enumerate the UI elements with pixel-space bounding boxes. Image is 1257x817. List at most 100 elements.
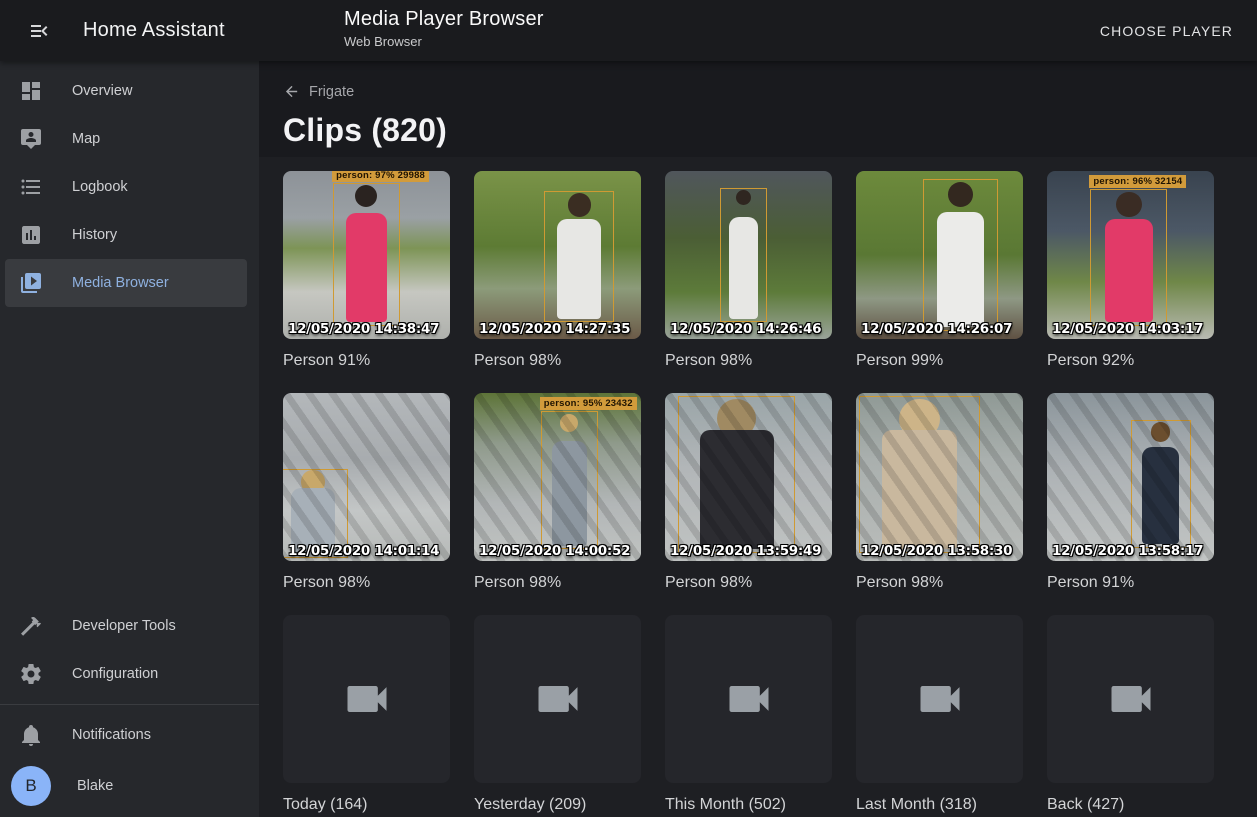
folder-label: This Month (502) (665, 795, 832, 815)
folder-card-last-month[interactable]: Last Month (318) (856, 615, 1023, 815)
clip-timestamp: 12/05/2020 13:58:17 (1052, 543, 1203, 559)
clip-card[interactable]: 12/05/2020 13:58:30 Person 98% (856, 393, 1023, 593)
clip-card[interactable]: person: 97% 2998812/05/2020 14:38:47Pers… (283, 171, 450, 371)
clip-card[interactable]: 12/05/2020 14:27:35 Person 98% (474, 171, 641, 371)
clip-thumbnail: 12/05/2020 14:27:35 (474, 171, 641, 339)
clip-caption: Person 98% (283, 573, 450, 593)
folder-label: Today (164) (283, 795, 450, 815)
clip-card[interactable]: 12/05/2020 14:26:46Person 98% (665, 171, 832, 371)
clip-thumbnail: person: 97% 2998812/05/2020 14:38:47 (283, 171, 450, 339)
menu-open-icon (28, 19, 52, 43)
clip-timestamp: 12/05/2020 14:01:14 (288, 543, 439, 559)
detection-box (544, 191, 614, 322)
folder-label: Back (427) (1047, 795, 1214, 815)
sidebar-item-map[interactable]: Map (5, 115, 247, 163)
detection-box (1131, 420, 1191, 548)
folder-thumbnail (1047, 615, 1214, 783)
folder-thumbnail (856, 615, 1023, 783)
clip-caption: Person 98% (474, 351, 641, 371)
media-browser-heading: Media Player Browser Web Browser (344, 8, 544, 49)
sidebar-item-label: History (72, 227, 117, 243)
clip-caption: Person 92% (1047, 351, 1214, 371)
sidebar-profile[interactable]: B Blake (5, 759, 247, 813)
clip-timestamp: 12/05/2020 14:03:17 (1052, 321, 1203, 337)
person-figure-head (1116, 192, 1141, 217)
clip-caption: Person 98% (856, 573, 1023, 593)
person-figure (1105, 219, 1153, 322)
person-figure (729, 217, 758, 319)
play-box-multiple-icon (19, 271, 43, 295)
choose-player-button[interactable]: CHOOSE PLAYER (1092, 15, 1241, 47)
sidebar-divider (0, 704, 259, 705)
sidebar-item-notifications[interactable]: Notifications (5, 711, 247, 759)
video-icon (532, 673, 584, 725)
sidebar-item-label: Developer Tools (72, 618, 176, 634)
breadcrumb-back[interactable]: Frigate (283, 83, 354, 100)
clip-thumbnail: 12/05/2020 14:26:46 (665, 171, 832, 339)
clip-card[interactable]: 12/05/2020 13:58:17 Person 91% (1047, 393, 1214, 593)
detection-box (859, 396, 979, 552)
sidebar-item-developer-tools[interactable]: Developer Tools (5, 602, 247, 650)
cog-icon (19, 662, 43, 686)
folder-card-yesterday[interactable]: Yesterday (209) (474, 615, 641, 815)
sidebar-item-overview[interactable]: Overview (5, 67, 247, 115)
folder-card-today[interactable]: Today (164) (283, 615, 450, 815)
page-title: Clips (820) (283, 112, 1233, 149)
detection-label: person: 96% 32154 (1089, 175, 1186, 188)
clip-card[interactable]: 12/05/2020 13:59:49Person 98% (665, 393, 832, 593)
clip-card[interactable]: 12/05/2020 14:01:14 Person 98% (283, 393, 450, 593)
app-title: Home Assistant (83, 19, 225, 42)
clip-card[interactable]: person: 96% 3215412/05/2020 14:03:17Pers… (1047, 171, 1214, 371)
sidebar-item-label: Configuration (72, 666, 158, 682)
media-title: Media Player Browser (344, 8, 544, 31)
folder-thumbnail (283, 615, 450, 783)
person-figure-head (948, 182, 973, 207)
sidebar-item-configuration[interactable]: Configuration (5, 650, 247, 698)
bell-icon (19, 723, 43, 747)
person-figure (552, 441, 587, 546)
sidebar-item-history[interactable]: History (5, 211, 247, 259)
clip-caption: Person 91% (1047, 573, 1214, 593)
detection-box (678, 396, 795, 552)
person-figure-head (899, 399, 939, 439)
sidebar: Overview Map Logbook History Media Browser D… (0, 61, 259, 817)
video-icon (341, 673, 393, 725)
sidebar-spacer (0, 307, 259, 602)
arrow-left-icon (283, 83, 309, 100)
sidebar-item-media-browser[interactable]: Media Browser (5, 259, 247, 307)
sidebar-item-label: Notifications (72, 727, 151, 743)
folder-label: Last Month (318) (856, 795, 1023, 815)
clips-grid: person: 97% 2998812/05/2020 14:38:47 Pers… (283, 171, 1257, 815)
sidebar-main-items: Overview Map Logbook History Media Browser (0, 67, 259, 307)
video-icon (1105, 673, 1157, 725)
person-figure-head (736, 190, 751, 205)
detection-box (923, 179, 998, 330)
sidebar-item-logbook[interactable]: Logbook (5, 163, 247, 211)
detection-label: person: 97% 29988 (332, 171, 429, 182)
chart-box-icon (19, 223, 43, 247)
clip-thumbnail: 12/05/2020 13:58:30 (856, 393, 1023, 561)
person-figure-head (301, 470, 324, 493)
sidebar-toggle-button[interactable] (16, 7, 64, 55)
detection-box: person: 96% 32154 (1090, 189, 1167, 325)
content-body: person: 97% 2998812/05/2020 14:38:47 Pers… (259, 157, 1257, 817)
folder-card-back[interactable]: Back (427) (1047, 615, 1214, 815)
clip-thumbnail: 12/05/2020 13:58:17 (1047, 393, 1214, 561)
folder-label: Yesterday (209) (474, 795, 641, 815)
clip-timestamp: 12/05/2020 14:00:52 (479, 543, 630, 559)
clip-card[interactable]: person: 95% 2343212/05/2020 14:00:52 Pers… (474, 393, 641, 593)
person-figure-head (560, 414, 579, 433)
clip-caption: Person 98% (474, 573, 641, 593)
folder-card-this-month[interactable]: This Month (502) (665, 615, 832, 815)
detection-box: person: 95% 23432 (541, 411, 598, 549)
sidebar-item-label: Map (72, 131, 100, 147)
person-figure-head (717, 399, 756, 438)
clip-timestamp: 12/05/2020 14:26:46 (670, 321, 821, 337)
clip-thumbnail: 12/05/2020 14:26:07 (856, 171, 1023, 339)
detection-box (720, 188, 767, 322)
clip-card[interactable]: 12/05/2020 14:26:07Person 99% (856, 171, 1023, 371)
profile-name: Blake (77, 778, 113, 794)
person-figure (1142, 447, 1179, 544)
clip-thumbnail: 12/05/2020 13:59:49 (665, 393, 832, 561)
content-header: Frigate Clips (820) (259, 61, 1257, 157)
